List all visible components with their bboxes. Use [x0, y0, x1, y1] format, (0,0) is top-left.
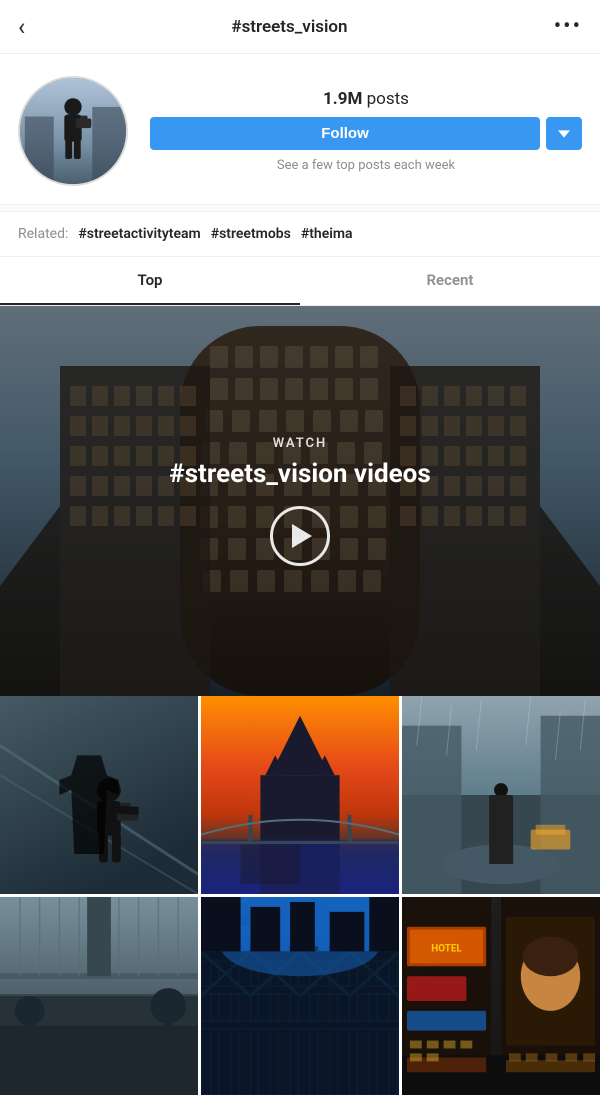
related-label: Related: [18, 226, 68, 242]
related-tag-2[interactable]: #streetmobs [211, 226, 291, 242]
related-tag-3[interactable]: #theima [301, 226, 353, 242]
related-tag-1[interactable]: #streetactivityteam [78, 226, 200, 242]
grid-item-5[interactable] [201, 897, 399, 1095]
follow-row: Follow [150, 117, 582, 150]
video-title: #streets_vision videos [149, 459, 450, 490]
photo-3-image [402, 696, 600, 894]
related-tags: #streetactivityteam #streetmobs #theima [78, 226, 352, 242]
play-icon [292, 524, 312, 548]
page-title: #streets_vision [231, 17, 347, 37]
tab-top[interactable]: Top [0, 257, 300, 305]
svg-text:HOTEL: HOTEL [431, 943, 462, 954]
header: ‹ #streets_vision ••• [0, 0, 600, 54]
back-button[interactable]: ‹ [18, 15, 25, 39]
grid-item-4[interactable] [0, 897, 198, 1095]
grid-item-1[interactable] [0, 696, 198, 894]
grid-item-6[interactable]: HOTEL [402, 897, 600, 1095]
photo-6-image: HOTEL [402, 897, 600, 1095]
posts-count: 1.9M posts [323, 89, 409, 109]
video-overlay: WATCH #streets_vision videos [0, 306, 600, 696]
photo-5-image [201, 897, 399, 1095]
play-button[interactable] [270, 506, 330, 566]
photo-grid: HOTEL [0, 696, 600, 1095]
follow-hint: See a few top posts each week [277, 158, 455, 173]
grid-item-2[interactable] [201, 696, 399, 894]
chevron-down-icon [558, 128, 570, 140]
follow-button[interactable]: Follow [150, 117, 540, 150]
tab-recent[interactable]: Recent [300, 257, 600, 305]
video-banner[interactable]: WATCH #streets_vision videos [0, 306, 600, 696]
profile-section: 1.9M posts Follow See a few top posts ea… [0, 54, 600, 204]
photo-4-image [0, 897, 198, 1095]
avatar [18, 76, 128, 186]
profile-info: 1.9M posts Follow See a few top posts ea… [150, 89, 582, 173]
follow-dropdown-button[interactable] [546, 117, 582, 150]
tabs: Top Recent [0, 257, 600, 306]
section-divider [0, 204, 600, 212]
watch-label: WATCH [273, 436, 328, 451]
related-section: Related: #streetactivityteam #streetmobs… [0, 212, 600, 256]
grid-item-3[interactable] [402, 696, 600, 894]
photo-1-image [0, 696, 198, 894]
more-button[interactable]: ••• [554, 14, 582, 39]
photo-2-image [201, 696, 399, 894]
